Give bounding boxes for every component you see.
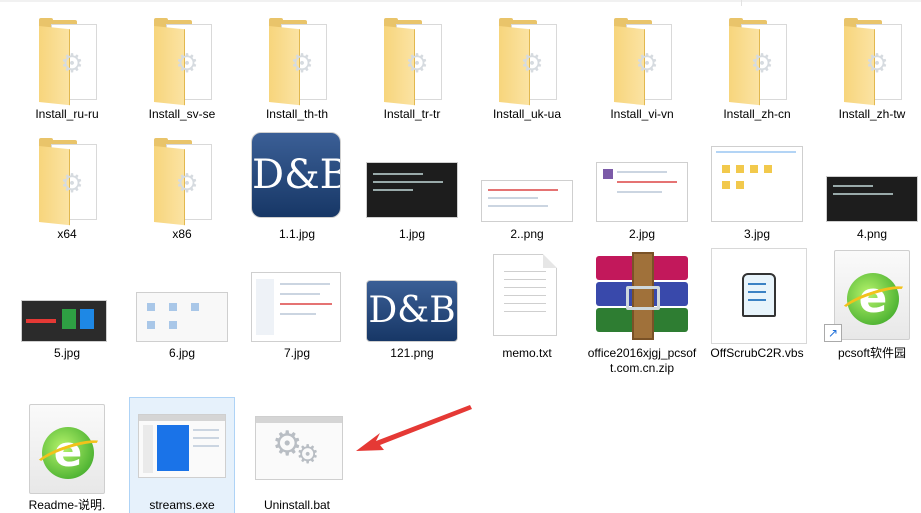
file-item[interactable]: D&B 121.png — [356, 248, 468, 364]
file-label: 1.1.jpg — [278, 227, 316, 241]
file-label: 5.jpg — [53, 346, 81, 360]
red-arrow-annotation — [356, 405, 472, 451]
file-label: 7.jpg — [283, 346, 311, 360]
folder-icon: ⚙ — [11, 138, 123, 226]
file-item[interactable]: D&B 1.1.jpg — [241, 128, 353, 244]
file-item[interactable]: ⚙ Install_zh-tw — [816, 14, 921, 124]
top-border — [0, 0, 921, 6]
folder-icon: ⚙ — [356, 18, 468, 106]
file-label: x86 — [172, 227, 192, 241]
column-separator — [741, 0, 742, 6]
file-label: Install_sv-se — [148, 107, 216, 121]
file-label: 4.png — [856, 227, 888, 241]
terminal-thumbnail — [826, 176, 918, 222]
file-item[interactable]: e ↗ pcsoft软件园 — [816, 248, 921, 364]
file-item[interactable]: ⚙ Install_zh-cn — [701, 14, 813, 124]
file-label: 3.jpg — [743, 227, 771, 241]
script-file-icon — [711, 248, 807, 344]
file-label: Install_th-th — [265, 107, 329, 121]
winrar-archive-icon — [596, 252, 688, 340]
file-item[interactable]: 2..png — [471, 128, 583, 244]
file-label: OffScrubC2R.vbs — [710, 346, 804, 360]
file-item[interactable]: ⚙ x86 — [126, 134, 238, 244]
folder-icon: ⚙ — [586, 18, 698, 106]
file-item[interactable]: 7.jpg — [241, 248, 353, 364]
exe-window-icon — [138, 414, 226, 478]
file-label: Install_zh-tw — [838, 107, 906, 121]
file-label: x64 — [57, 227, 77, 241]
text-document-icon — [493, 254, 557, 336]
file-item[interactable]: 3.jpg — [701, 128, 813, 244]
file-item[interactable]: 6.jpg — [126, 248, 238, 364]
file-label: pcsoft软件园 — [837, 346, 907, 360]
file-label: 121.png — [390, 346, 434, 360]
folder-icon: ⚙ — [241, 18, 353, 106]
file-item[interactable]: 1.jpg — [356, 128, 468, 244]
file-item[interactable]: e Readme-说明. — [11, 398, 123, 513]
folder-icon: ⚙ — [701, 18, 813, 106]
folder-icon: ⚙ — [471, 18, 583, 106]
context-menu-thumbnail — [596, 162, 688, 222]
terminal-thumbnail — [366, 162, 458, 218]
file-label: Install_tr-tr — [383, 107, 441, 121]
file-label: Install_zh-cn — [723, 107, 791, 121]
folder-icon: ⚙ — [126, 138, 238, 226]
file-item[interactable]: ⚙ Install_uk-ua — [471, 14, 583, 124]
file-item[interactable]: ⚙ Install_sv-se — [126, 14, 238, 124]
folder-icon: ⚙ — [11, 18, 123, 106]
ie-document-icon: e — [29, 404, 105, 494]
settings-thumbnail — [251, 272, 341, 342]
file-item[interactable]: 2.jpg — [586, 128, 698, 244]
file-label: Install_uk-ua — [492, 107, 562, 121]
file-item[interactable]: ⚙ ⚙ Uninstall.bat — [241, 398, 353, 513]
file-item[interactable]: ⚙ x64 — [11, 134, 123, 244]
file-item[interactable]: memo.txt — [471, 248, 583, 364]
file-label: memo.txt — [502, 346, 552, 360]
db-logo-thumbnail: D&B — [251, 132, 341, 218]
file-label: office2016xjgj_pcsoft.com.cn.zip — [587, 346, 697, 375]
screenshot-thumbnail — [481, 180, 573, 222]
file-item[interactable]: OffScrubC2R.vbs — [701, 248, 813, 380]
ie-shortcut-icon: e — [834, 250, 910, 340]
file-item[interactable]: office2016xjgj_pcsoft.com.cn.zip — [586, 248, 698, 396]
file-label: 1.jpg — [398, 227, 426, 241]
tiles-thumbnail — [21, 300, 107, 342]
batch-gear-icon: ⚙ ⚙ — [255, 416, 343, 480]
icons-thumbnail — [136, 292, 228, 342]
file-label: Install_ru-ru — [35, 107, 99, 121]
file-label: streams.exe — [149, 498, 215, 512]
db-logo-thumbnail: D&B — [366, 280, 458, 342]
folder-icon: ⚙ — [816, 18, 921, 106]
explorer-thumbnail — [711, 146, 803, 222]
file-item[interactable]: ⚙ Install_th-th — [241, 14, 353, 124]
file-label: Readme-说明. — [28, 498, 106, 512]
folder-icon: ⚙ — [126, 18, 238, 106]
file-label: Install_vi-vn — [610, 107, 674, 121]
file-item-selected[interactable]: streams.exe — [129, 397, 235, 513]
shortcut-arrow-icon: ↗ — [824, 324, 842, 342]
file-item[interactable]: ⚙ Install_vi-vn — [586, 14, 698, 124]
file-label: 6.jpg — [168, 346, 196, 360]
file-label: 2..png — [510, 227, 544, 241]
file-label: 2.jpg — [628, 227, 656, 241]
file-item[interactable]: ⚙ Install_ru-ru — [11, 14, 123, 124]
file-item[interactable]: ⚙ Install_tr-tr — [356, 14, 468, 124]
file-item[interactable]: 5.jpg — [0, 248, 107, 364]
file-item[interactable]: 4.png — [816, 128, 921, 244]
file-label: Uninstall.bat — [263, 498, 331, 512]
